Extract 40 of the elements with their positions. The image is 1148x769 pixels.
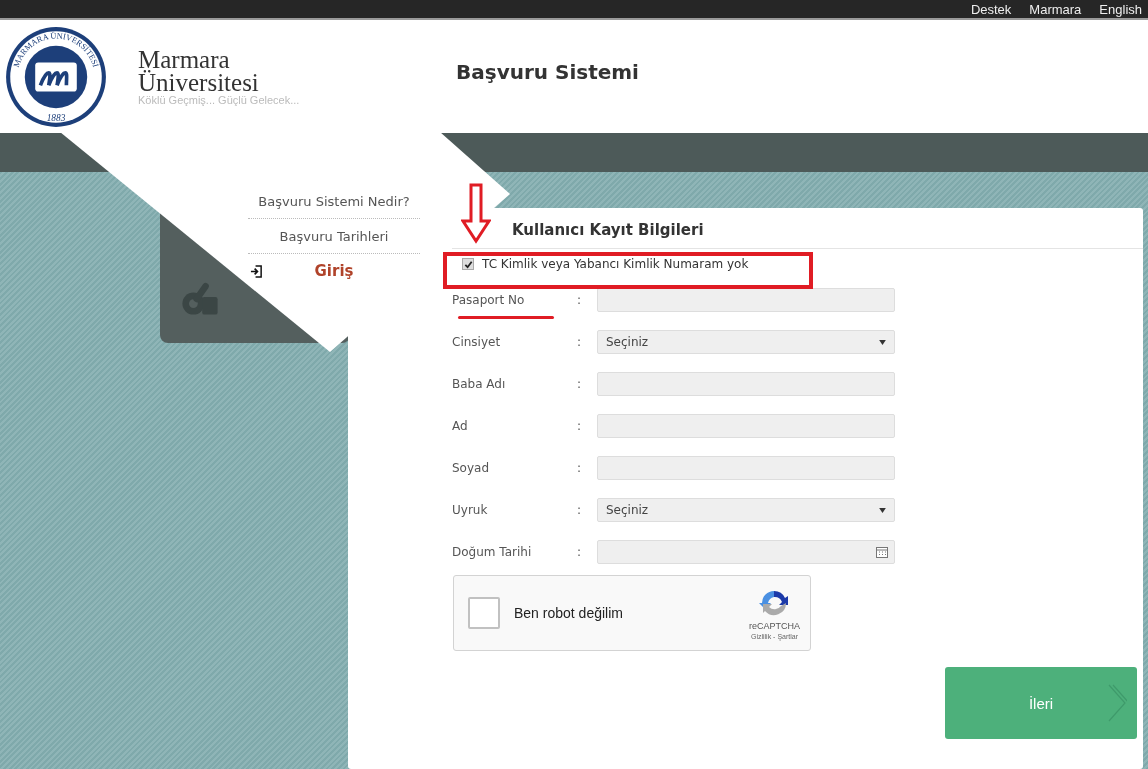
colon: :: [577, 293, 583, 307]
checkbox[interactable]: [462, 258, 474, 270]
input-field[interactable]: [597, 456, 895, 480]
university-name: Üniversitesi: [138, 70, 260, 94]
captcha-label: Ben robot değilim: [514, 605, 624, 621]
colon: :: [577, 335, 583, 349]
menu-item[interactable]: Giriş: [314, 262, 354, 280]
dropdown-arrow-icon: [879, 507, 886, 513]
colon: :: [577, 461, 583, 475]
select-dropdown[interactable]: Seçiniz: [597, 330, 895, 354]
checkbox-label: TC Kimlik veya Yabancı Kimlik Numaram yok: [482, 257, 749, 271]
input-field[interactable]: [597, 372, 895, 396]
menu-item[interactable]: Başvuru Sistemi Nedir?: [258, 193, 410, 209]
top-nav-link[interactable]: English: [1099, 1, 1142, 17]
sign-in-icon: [250, 264, 263, 278]
dropdown-arrow-icon: [879, 339, 886, 345]
slogan: Köklü Geçmiş... Güçlü Gelecek...: [138, 93, 301, 106]
system-title: Başvuru Sistemi: [456, 59, 639, 84]
input-field[interactable]: [597, 288, 895, 312]
select-dropdown[interactable]: Seçiniz: [597, 498, 895, 522]
field-label: Ad: [452, 419, 469, 433]
colon: :: [577, 545, 583, 559]
field-label: Doğum Tarihi: [452, 545, 533, 559]
colon: :: [577, 377, 583, 391]
field-label: Uyruk: [452, 503, 489, 517]
top-nav-link[interactable]: Marmara: [1029, 1, 1082, 17]
field-label: Cinsiyet: [452, 335, 502, 349]
university-name: Marmara: [138, 47, 230, 71]
date-input-field[interactable]: [597, 540, 895, 564]
calendar-icon: [876, 546, 888, 558]
colon: :: [577, 503, 583, 517]
input-field[interactable]: [597, 414, 895, 438]
top-nav-link[interactable]: Destek: [970, 1, 1012, 17]
captcha-checkbox[interactable]: [468, 597, 500, 629]
captcha-brand: reCAPTCHA: [749, 620, 800, 631]
field-label: Soyad: [452, 461, 491, 475]
field-label: Baba Adı: [452, 377, 507, 391]
menu-item[interactable]: Başvuru Tarihleri: [279, 228, 389, 244]
colon: :: [577, 419, 583, 433]
field-label: Pasaport No: [452, 293, 526, 307]
